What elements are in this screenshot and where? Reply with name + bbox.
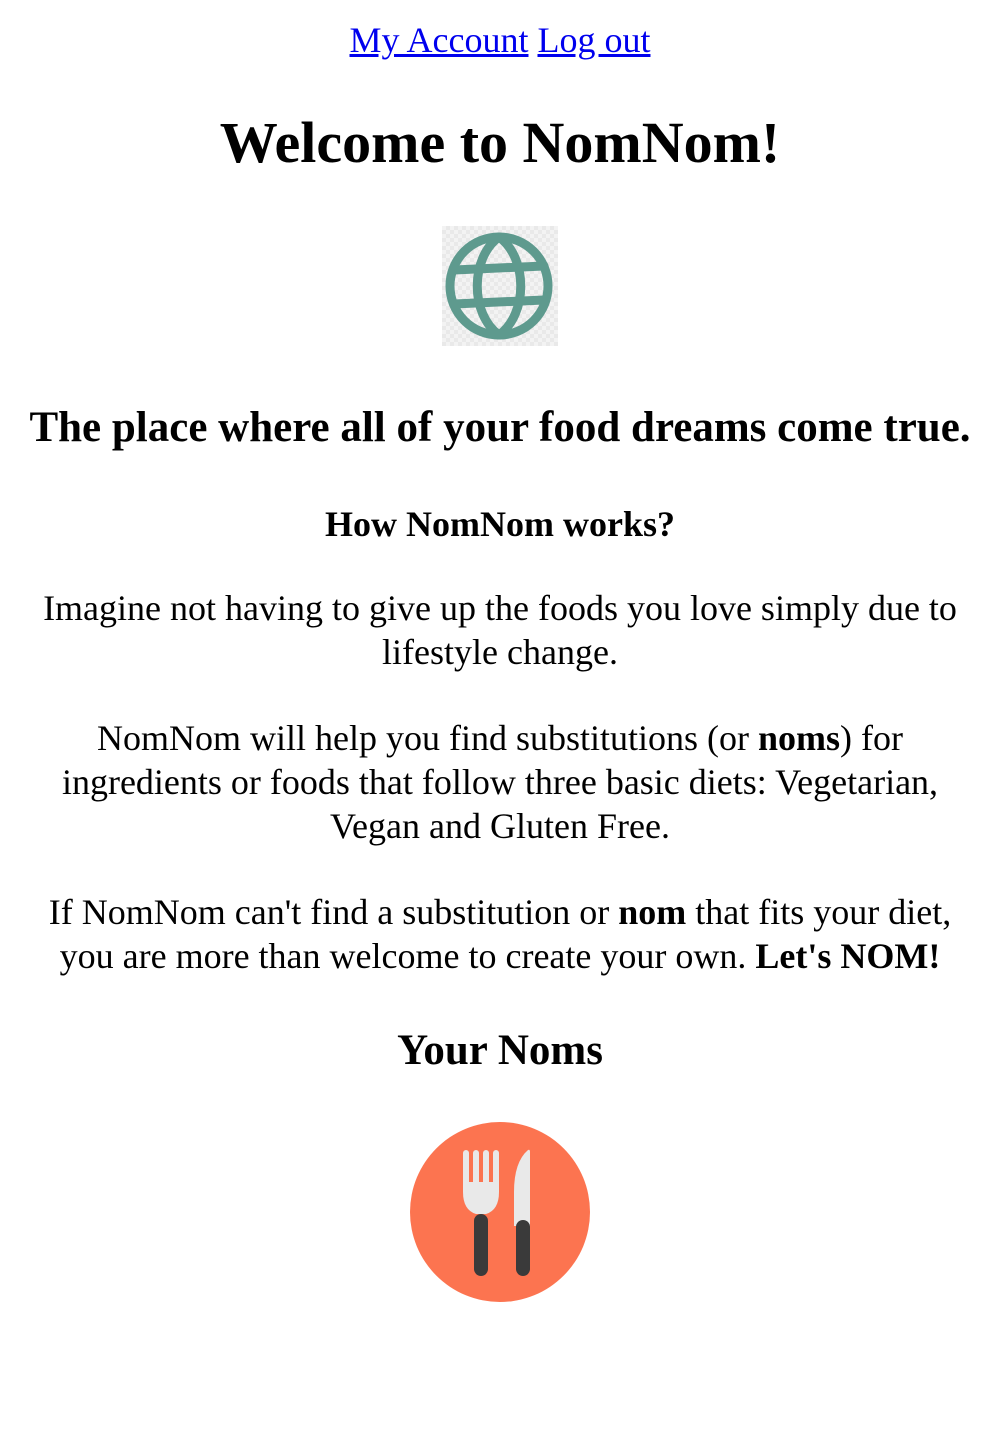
log-out-link[interactable]: Log out [537,20,650,60]
how-it-works-heading: How NomNom works? [325,504,675,544]
intro-paragraph: Imagine not having to give up the foods … [43,588,957,672]
create-own-paragraph: If NomNom can't find a substitution or n… [32,890,968,978]
your-noms-image[interactable] [410,1122,590,1302]
logo-image [442,226,558,346]
substitutions-text-start: NomNom will help you find substitutions … [97,718,758,758]
your-noms-heading: Your Noms [397,1027,603,1074]
tagline: The place where all of your food dreams … [29,404,971,451]
nom-emphasis: nom [618,892,687,932]
top-nav: My Account Log out [8,0,992,62]
lets-nom-emphasis: Let's NOM! [755,936,941,976]
page-title: Welcome to NomNom! [219,110,781,175]
my-account-link[interactable]: My Account [350,20,529,60]
create-own-text-start: If NomNom can't find a substitution or [48,892,619,932]
substitutions-paragraph: NomNom will help you find substitutions … [32,716,968,848]
globe-icon [445,232,553,340]
page: My Account Log out Welcome to NomNom! Th… [8,0,992,1302]
noms-emphasis: noms [758,718,841,758]
fork-knife-icon[interactable] [410,1122,590,1302]
